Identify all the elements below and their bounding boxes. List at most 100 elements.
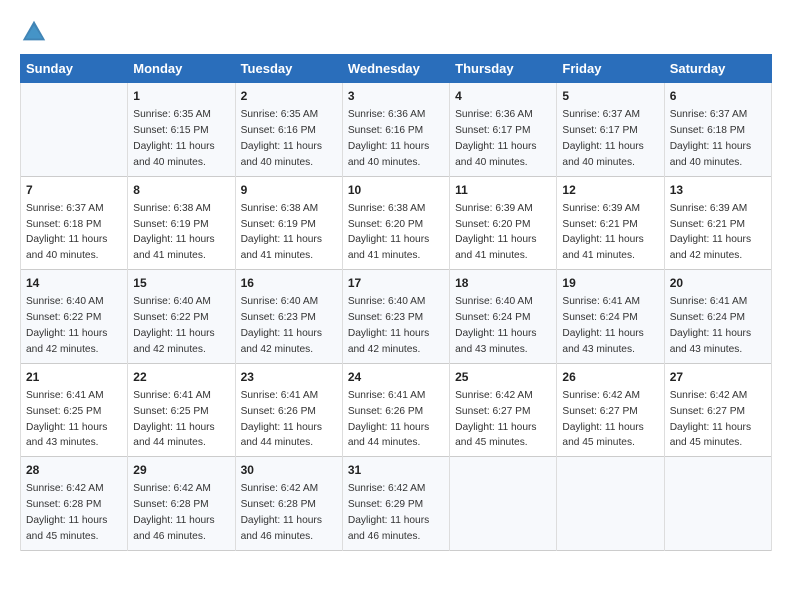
calendar-cell: 5Sunrise: 6:37 AMSunset: 6:17 PMDaylight… — [557, 83, 664, 177]
day-number: 9 — [241, 182, 337, 199]
cell-sunset: Sunset: 6:15 PM — [133, 125, 208, 136]
calendar-cell: 18 Sunrise: 6:40 AM Sunset: 6:24 PM Dayligh… — [450, 270, 557, 364]
cell-sunrise: Sunrise: 6:41 AM — [562, 296, 640, 307]
cell-daylight: Daylight: 11 hours and 42 minutes. — [670, 234, 751, 261]
calendar-cell: 16Sunrise: 6:40 AMSunset: 6:23 PMDayligh… — [235, 270, 342, 364]
calendar-cell: 29Sunrise: 6:42 AMSunset: 6:28 PMDayligh… — [128, 457, 235, 551]
day-number: 7 — [26, 182, 122, 199]
calendar-week-row: 7 Sunrise: 6:37 AM Sunset: 6:18 PM Daylight… — [21, 176, 772, 270]
calendar-header-saturday: Saturday — [664, 55, 771, 83]
cell-sunset: Sunset: 6:24 PM — [562, 312, 637, 323]
day-number: 31 — [348, 462, 444, 479]
calendar-cell — [664, 457, 771, 551]
calendar-cell: 8 Sunrise: 6:38 AM Sunset: 6:19 PM Daylight… — [128, 176, 235, 270]
calendar-cell: 19Sunrise: 6:41 AMSunset: 6:24 PMDayligh… — [557, 270, 664, 364]
cell-sunrise: Sunrise: 6:36 AM — [348, 109, 426, 120]
cell-daylight: Daylight: 11 hours and 43 minutes. — [670, 328, 751, 355]
calendar-cell: 14Sunrise: 6:40 AMSunset: 6:22 PMDayligh… — [21, 270, 128, 364]
cell-daylight: Daylight: 11 hours and 45 minutes. — [455, 422, 536, 449]
day-number: 12 — [562, 182, 658, 199]
day-number: 25 — [455, 369, 551, 386]
cell-sunrise: Sunrise: 6:42 AM — [562, 390, 640, 401]
cell-sunrise: Sunrise: 6:41 AM — [26, 390, 104, 401]
logo — [20, 18, 52, 46]
calendar-cell: 20 Sunrise: 6:41 AM Sunset: 6:24 PM Dayligh… — [664, 270, 771, 364]
cell-sunrise: Sunrise: 6:42 AM — [348, 483, 426, 494]
calendar-cell: 21Sunrise: 6:41 AMSunset: 6:25 PMDayligh… — [21, 363, 128, 457]
cell-daylight: Daylight: 11 hours and 44 minutes. — [348, 422, 429, 449]
cell-daylight: Daylight: 11 hours and 40 minutes. — [348, 141, 429, 168]
calendar-week-row: 28Sunrise: 6:42 AMSunset: 6:28 PMDayligh… — [21, 457, 772, 551]
cell-daylight: Daylight: 11 hours and 41 minutes. — [455, 234, 536, 261]
calendar-cell: 4Sunrise: 6:36 AMSunset: 6:17 PMDaylight… — [450, 83, 557, 177]
cell-daylight: Daylight: 11 hours and 41 minutes. — [133, 234, 214, 261]
cell-sunrise: Sunrise: 6:38 AM — [133, 203, 211, 214]
calendar-cell: 24Sunrise: 6:41 AMSunset: 6:26 PMDayligh… — [342, 363, 449, 457]
cell-sunrise: Sunrise: 6:40 AM — [26, 296, 104, 307]
cell-sunrise: Sunrise: 6:42 AM — [670, 390, 748, 401]
calendar-cell: 12Sunrise: 6:39 AMSunset: 6:21 PMDayligh… — [557, 176, 664, 270]
cell-daylight: Daylight: 11 hours and 43 minutes. — [455, 328, 536, 355]
cell-sunset: Sunset: 6:21 PM — [562, 219, 637, 230]
header — [20, 18, 772, 46]
cell-sunset: Sunset: 6:24 PM — [670, 312, 745, 323]
day-number: 8 — [133, 182, 229, 199]
cell-sunset: Sunset: 6:23 PM — [241, 312, 316, 323]
cell-sunset: Sunset: 6:24 PM — [455, 312, 530, 323]
cell-daylight: Daylight: 11 hours and 40 minutes. — [562, 141, 643, 168]
calendar-cell: 7 Sunrise: 6:37 AM Sunset: 6:18 PM Daylight… — [21, 176, 128, 270]
cell-sunrise: Sunrise: 6:39 AM — [670, 203, 748, 214]
cell-daylight: Daylight: 11 hours and 46 minutes. — [348, 515, 429, 542]
day-number: 27 — [670, 369, 766, 386]
cell-daylight: Daylight: 11 hours and 40 minutes. — [241, 141, 322, 168]
cell-sunset: Sunset: 6:17 PM — [562, 125, 637, 136]
calendar-table: SundayMondayTuesdayWednesdayThursdayFrid… — [20, 54, 772, 551]
cell-sunrise: Sunrise: 6:41 AM — [670, 296, 748, 307]
cell-sunrise: Sunrise: 6:42 AM — [455, 390, 533, 401]
cell-sunset: Sunset: 6:26 PM — [348, 406, 423, 417]
cell-sunset: Sunset: 6:17 PM — [455, 125, 530, 136]
cell-sunrise: Sunrise: 6:40 AM — [241, 296, 319, 307]
day-number: 17 — [348, 275, 444, 292]
calendar-cell: 15Sunrise: 6:40 AMSunset: 6:22 PMDayligh… — [128, 270, 235, 364]
cell-sunrise: Sunrise: 6:40 AM — [348, 296, 426, 307]
cell-sunrise: Sunrise: 6:37 AM — [670, 109, 748, 120]
cell-sunrise: Sunrise: 6:40 AM — [455, 296, 533, 307]
cell-sunrise: Sunrise: 6:41 AM — [241, 390, 319, 401]
cell-daylight: Daylight: 11 hours and 41 minutes. — [348, 234, 429, 261]
calendar-cell: 2Sunrise: 6:35 AMSunset: 6:16 PMDaylight… — [235, 83, 342, 177]
cell-sunset: Sunset: 6:18 PM — [26, 219, 101, 230]
day-number: 3 — [348, 88, 444, 105]
day-number: 14 — [26, 275, 122, 292]
day-number: 16 — [241, 275, 337, 292]
cell-daylight: Daylight: 11 hours and 46 minutes. — [241, 515, 322, 542]
calendar-cell: 30Sunrise: 6:42 AMSunset: 6:28 PMDayligh… — [235, 457, 342, 551]
cell-sunrise: Sunrise: 6:39 AM — [562, 203, 640, 214]
day-number: 2 — [241, 88, 337, 105]
cell-sunrise: Sunrise: 6:37 AM — [26, 203, 104, 214]
cell-sunset: Sunset: 6:16 PM — [241, 125, 316, 136]
cell-sunset: Sunset: 6:19 PM — [133, 219, 208, 230]
cell-sunrise: Sunrise: 6:42 AM — [241, 483, 319, 494]
day-number: 15 — [133, 275, 229, 292]
cell-sunset: Sunset: 6:27 PM — [455, 406, 530, 417]
cell-sunrise: Sunrise: 6:40 AM — [133, 296, 211, 307]
cell-daylight: Daylight: 11 hours and 45 minutes. — [670, 422, 751, 449]
day-number: 6 — [670, 88, 766, 105]
calendar-cell: 28Sunrise: 6:42 AMSunset: 6:28 PMDayligh… — [21, 457, 128, 551]
day-number: 20 — [670, 275, 766, 292]
calendar-cell: 31Sunrise: 6:42 AMSunset: 6:29 PMDayligh… — [342, 457, 449, 551]
day-number: 5 — [562, 88, 658, 105]
calendar-cell: 10Sunrise: 6:38 AMSunset: 6:20 PMDayligh… — [342, 176, 449, 270]
cell-daylight: Daylight: 11 hours and 40 minutes. — [455, 141, 536, 168]
day-number: 18 — [455, 275, 551, 292]
day-number: 26 — [562, 369, 658, 386]
cell-daylight: Daylight: 11 hours and 45 minutes. — [562, 422, 643, 449]
cell-daylight: Daylight: 11 hours and 42 minutes. — [133, 328, 214, 355]
cell-sunrise: Sunrise: 6:42 AM — [133, 483, 211, 494]
logo-icon — [20, 18, 48, 46]
calendar-cell: 26Sunrise: 6:42 AMSunset: 6:27 PMDayligh… — [557, 363, 664, 457]
cell-daylight: Daylight: 11 hours and 41 minutes. — [241, 234, 322, 261]
cell-sunrise: Sunrise: 6:41 AM — [348, 390, 426, 401]
cell-daylight: Daylight: 11 hours and 40 minutes. — [26, 234, 107, 261]
